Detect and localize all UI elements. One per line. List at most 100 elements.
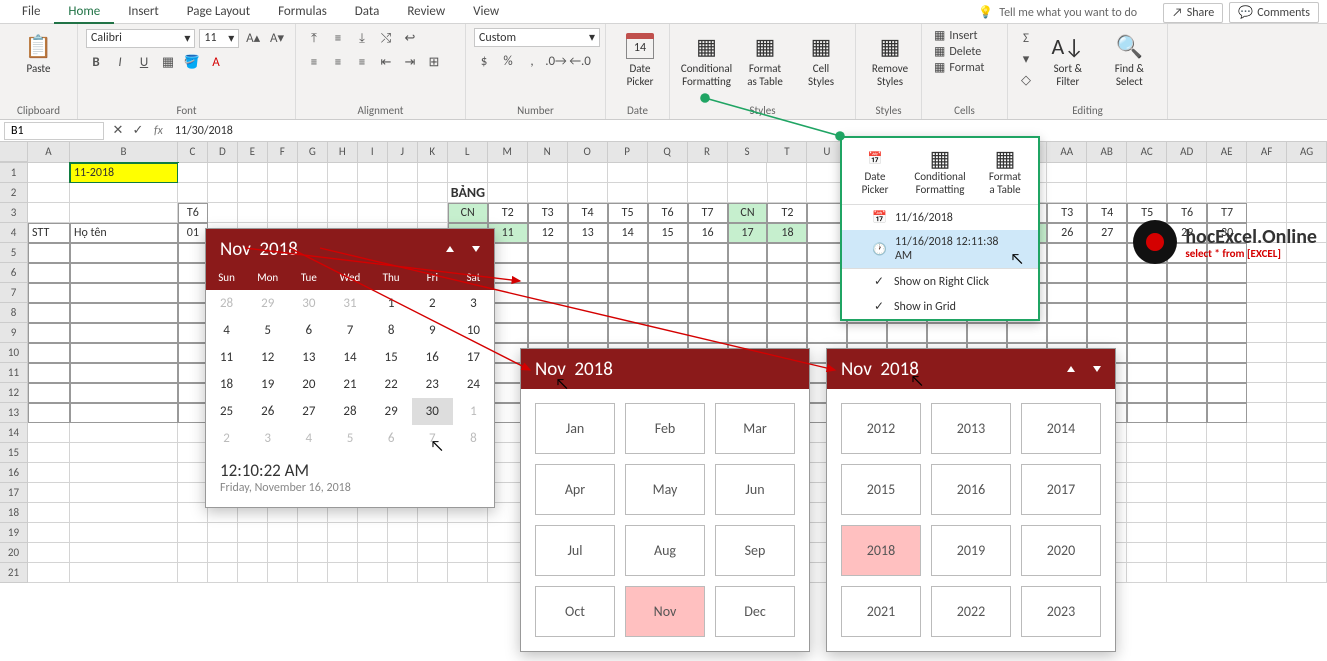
- cell[interactable]: CN: [728, 203, 768, 223]
- cell[interactable]: [268, 203, 298, 223]
- cell[interactable]: [178, 563, 208, 583]
- cell[interactable]: [328, 523, 358, 543]
- col-header-P[interactable]: P: [608, 142, 648, 162]
- cell[interactable]: [1287, 403, 1327, 423]
- tab-data[interactable]: Data: [341, 1, 394, 24]
- col-header-AF[interactable]: AF: [1247, 142, 1287, 162]
- year-button[interactable]: 2020: [1021, 525, 1101, 576]
- increase-decimal-icon[interactable]: .0→: [546, 51, 566, 71]
- col-header-AC[interactable]: AC: [1127, 142, 1167, 162]
- next-month-button[interactable]: [472, 246, 480, 252]
- row-header[interactable]: 15: [0, 443, 28, 463]
- remove-styles-button[interactable]: ▦Remove Styles: [864, 28, 916, 90]
- cell[interactable]: [208, 543, 238, 563]
- col-header-E[interactable]: E: [238, 142, 268, 162]
- cell[interactable]: [568, 163, 608, 183]
- cell[interactable]: [448, 163, 488, 183]
- cell[interactable]: [388, 523, 418, 543]
- cell[interactable]: [28, 343, 70, 363]
- decrease-indent-icon[interactable]: ⇤: [376, 52, 396, 72]
- cell[interactable]: [648, 163, 688, 183]
- cell[interactable]: [528, 263, 568, 283]
- cell[interactable]: 17: [728, 223, 768, 243]
- prev-month-button[interactable]: [446, 246, 454, 252]
- row-header[interactable]: 19: [0, 523, 28, 543]
- cell[interactable]: [1207, 523, 1247, 543]
- cell[interactable]: [1127, 543, 1167, 563]
- menu-insert-date[interactable]: 📅11/16/2018: [842, 205, 1038, 230]
- cell[interactable]: [418, 523, 448, 543]
- cell[interactable]: [298, 523, 328, 543]
- cell[interactable]: [1287, 323, 1327, 343]
- cell[interactable]: [1247, 403, 1287, 423]
- cell[interactable]: [178, 163, 208, 183]
- cell[interactable]: [568, 323, 608, 343]
- cell[interactable]: [1207, 303, 1247, 323]
- dd-date-picker-button[interactable]: 📅Date Picker: [852, 144, 898, 198]
- cell[interactable]: [688, 263, 728, 283]
- cell[interactable]: [388, 203, 418, 223]
- col-header-I[interactable]: I: [358, 142, 388, 162]
- cell[interactable]: [28, 243, 70, 263]
- cell[interactable]: [1207, 463, 1247, 483]
- cell[interactable]: [1247, 303, 1287, 323]
- cell[interactable]: [1167, 263, 1207, 283]
- year-button[interactable]: 2012: [841, 403, 921, 454]
- cal-year-label[interactable]: 2018: [259, 238, 298, 261]
- name-box[interactable]: [4, 122, 104, 140]
- cell[interactable]: [1207, 423, 1247, 443]
- decrease-decimal-icon[interactable]: ←.0: [570, 51, 590, 71]
- cell[interactable]: [178, 283, 208, 303]
- cell[interactable]: [70, 443, 178, 463]
- conditional-formatting-button[interactable]: ▦Conditional Formatting: [678, 28, 735, 90]
- cell[interactable]: [1207, 363, 1247, 383]
- calendar-day[interactable]: 26: [247, 398, 288, 425]
- cell[interactable]: T3: [1047, 203, 1087, 223]
- cell[interactable]: [688, 183, 728, 203]
- cell[interactable]: [1167, 403, 1207, 423]
- calendar-day[interactable]: 4: [206, 317, 247, 344]
- cell[interactable]: 27: [1087, 223, 1127, 243]
- cell[interactable]: [1127, 443, 1167, 463]
- cell[interactable]: [28, 323, 70, 343]
- cell[interactable]: 12: [528, 223, 568, 243]
- cell[interactable]: [1207, 163, 1247, 183]
- cell[interactable]: [178, 463, 208, 483]
- cell[interactable]: [1287, 543, 1327, 563]
- cell[interactable]: [1287, 263, 1327, 283]
- cell[interactable]: [208, 563, 238, 583]
- cell[interactable]: [418, 163, 448, 183]
- cell[interactable]: [1127, 463, 1167, 483]
- calendar-day[interactable]: 19: [247, 371, 288, 398]
- cell[interactable]: [1167, 503, 1207, 523]
- clear-icon[interactable]: ◇: [1016, 70, 1036, 90]
- cell[interactable]: T4: [1087, 203, 1127, 223]
- cell[interactable]: [1127, 323, 1167, 343]
- cell[interactable]: [728, 163, 768, 183]
- cell-styles-button[interactable]: ▦Cell Styles: [795, 28, 847, 90]
- cell[interactable]: [1127, 383, 1167, 403]
- paste-button[interactable]: 📋 Paste: [8, 28, 69, 77]
- cell[interactable]: [28, 503, 70, 523]
- cell[interactable]: [1127, 343, 1167, 363]
- col-header-N[interactable]: N: [528, 142, 568, 162]
- cell[interactable]: [238, 183, 268, 203]
- fill-icon[interactable]: ▾: [1016, 49, 1036, 69]
- cell[interactable]: [238, 543, 268, 563]
- cell[interactable]: [1167, 343, 1207, 363]
- cell[interactable]: [608, 323, 648, 343]
- cell[interactable]: [1207, 403, 1247, 423]
- cell[interactable]: [688, 243, 728, 263]
- cancel-formula-icon[interactable]: ✕: [108, 121, 128, 141]
- calendar-day[interactable]: 27: [288, 398, 329, 425]
- cell[interactable]: [1207, 343, 1247, 363]
- cell[interactable]: [1287, 523, 1327, 543]
- cell[interactable]: [767, 163, 807, 183]
- row-header[interactable]: 3: [0, 203, 28, 223]
- cell[interactable]: [1167, 423, 1207, 443]
- cell[interactable]: [1087, 183, 1127, 203]
- col-header-S[interactable]: S: [728, 142, 768, 162]
- row-header[interactable]: 7: [0, 283, 28, 303]
- cell[interactable]: [528, 243, 568, 263]
- cell[interactable]: T5: [608, 203, 648, 223]
